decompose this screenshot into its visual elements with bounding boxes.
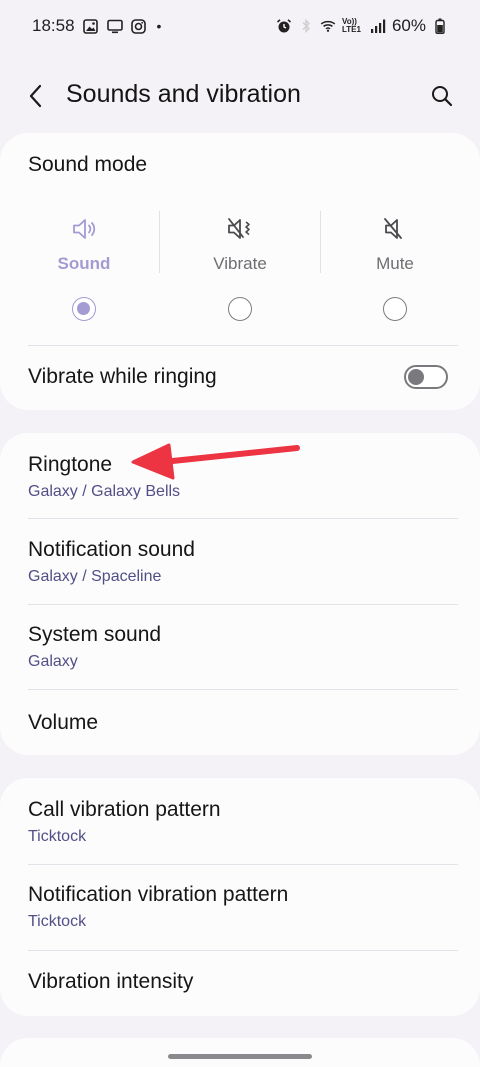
battery-percent: 60% — [391, 16, 426, 35]
instagram-icon — [131, 18, 147, 34]
more-notifications-dot: • — [156, 18, 162, 34]
speaker-icon — [70, 215, 98, 243]
wifi-icon — [320, 18, 336, 34]
call-vibration-pattern-row[interactable]: Call vibration pattern Ticktock — [0, 778, 480, 864]
call-vibration-pattern-title: Call vibration pattern — [28, 798, 221, 821]
vibrate-mode-label: Vibrate — [213, 254, 267, 273]
ringtone-title: Ringtone — [28, 453, 113, 476]
mode-separator — [159, 211, 160, 273]
switch-knob — [408, 369, 424, 385]
sound-mode-option-sound[interactable]: Sound — [9, 211, 159, 321]
mute-icon — [381, 215, 409, 243]
sound-mode-option-vibrate[interactable]: Vibrate — [165, 211, 315, 321]
sound-mode-title: Sound mode — [28, 153, 148, 176]
notification-vibration-pattern-title: Notification vibration pattern — [28, 883, 289, 906]
next-settings-card — [0, 1038, 480, 1067]
notification-sound-title: Notification sound — [28, 538, 195, 561]
mute-mode-label: Mute — [376, 254, 414, 273]
bluetooth-icon — [298, 18, 314, 34]
vibrate-while-ringing-switch[interactable] — [404, 365, 448, 389]
notification-vibration-pattern-value: Ticktock — [28, 913, 87, 930]
vibration-intensity-row[interactable]: Vibration intensity — [0, 950, 480, 1016]
screen-cast-icon — [106, 18, 123, 34]
sound-mode-option-mute[interactable]: Mute — [320, 211, 470, 321]
status-bar-left: 18:58 • — [32, 16, 161, 36]
notification-sound-value: Galaxy / Spaceline — [28, 568, 162, 585]
alarm-icon — [276, 18, 292, 34]
app-bar: Sounds and vibration — [0, 66, 480, 126]
signal-strength-icon — [370, 18, 386, 34]
vibration-intensity-title: Vibration intensity — [28, 970, 194, 993]
back-arrow-icon — [29, 84, 42, 108]
page-title: Sounds and vibration — [66, 80, 301, 108]
back-button[interactable] — [22, 82, 50, 110]
notification-sound-row[interactable]: Notification sound Galaxy / Spaceline — [0, 519, 480, 604]
gesture-navigation-handle[interactable] — [168, 1054, 312, 1059]
vibrate-icon — [226, 215, 254, 243]
notification-vibration-pattern-row[interactable]: Notification vibration pattern Ticktock — [0, 864, 480, 950]
vibration-card: Call vibration pattern Ticktock Notifica… — [0, 778, 480, 1016]
status-bar-right: Vo)) LTE1 60% — [276, 16, 448, 36]
volte-lte-indicator: Vo)) LTE1 — [341, 17, 361, 34]
volume-title: Volume — [28, 711, 99, 734]
vibrate-while-ringing-row[interactable]: Vibrate while ringing — [0, 345, 480, 410]
gallery-notification-icon — [83, 18, 99, 34]
system-sound-row[interactable]: System sound Galaxy — [0, 604, 480, 689]
call-vibration-pattern-value: Ticktock — [28, 828, 87, 845]
vibrate-while-ringing-label: Vibrate while ringing — [28, 365, 217, 388]
system-sound-value: Galaxy — [28, 653, 78, 670]
search-icon — [432, 86, 453, 107]
sound-mode-radio[interactable] — [72, 297, 96, 321]
sound-mode-selector: Sound Vibrate Mute — [0, 211, 480, 321]
sound-mode-card: Sound mode Sound Vibrate Mute Vibrate wh… — [0, 133, 480, 410]
battery-icon — [432, 18, 448, 34]
system-sound-title: System sound — [28, 623, 162, 646]
sound-mode-label: Sound — [57, 254, 111, 273]
search-button[interactable] — [428, 82, 456, 110]
settings-screen: 18:58 • Vo)) LTE1 60% Sounds and vibrati… — [0, 0, 480, 1067]
status-time: 18:58 — [32, 16, 75, 35]
annotation-arrow — [131, 443, 300, 480]
status-bar: 18:58 • Vo)) LTE1 60% — [0, 0, 480, 52]
mute-mode-radio[interactable] — [383, 297, 407, 321]
vibrate-mode-radio[interactable] — [228, 297, 252, 321]
volume-row[interactable]: Volume — [0, 689, 480, 755]
